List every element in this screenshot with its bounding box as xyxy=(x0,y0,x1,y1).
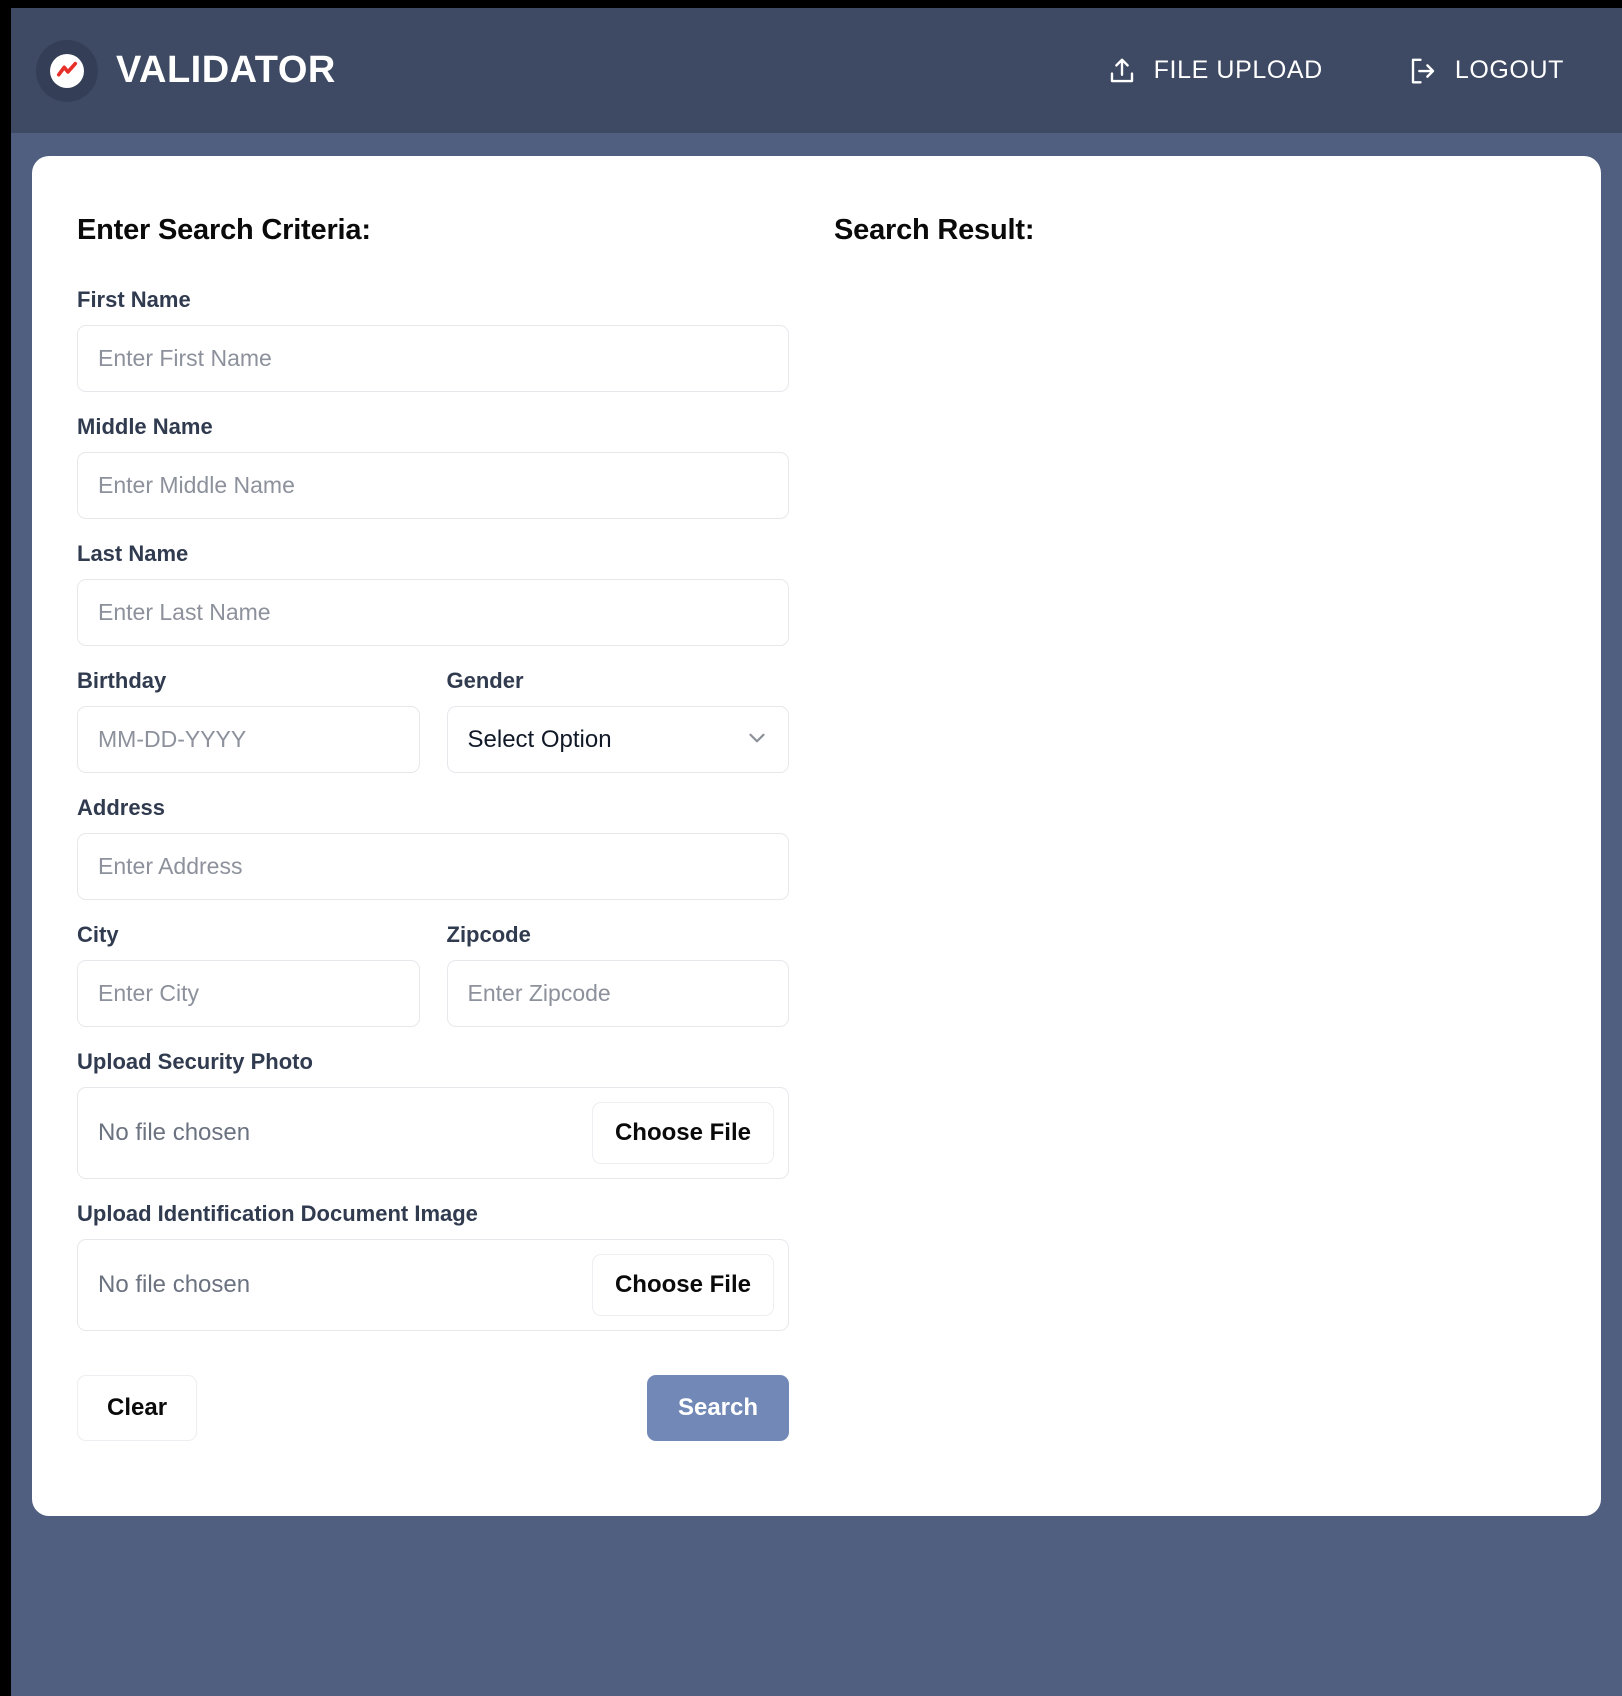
birthday-input[interactable] xyxy=(77,706,420,773)
city-label: City xyxy=(77,922,119,947)
field-last-name: Last Name xyxy=(77,541,789,646)
field-zipcode: Zipcode xyxy=(446,922,789,1027)
form-actions: Clear Search xyxy=(77,1375,789,1441)
security-photo-file-input[interactable]: No file chosen Choose File xyxy=(77,1087,789,1179)
address-label: Address xyxy=(77,795,166,820)
header-actions: FILE UPLOAD LOGOUT xyxy=(1107,56,1564,86)
chart-spark-logo-icon xyxy=(36,39,98,102)
app-header: VALIDATOR FILE UPLOAD LOGOUT xyxy=(11,8,1622,133)
field-city: City xyxy=(77,922,420,1027)
field-address: Address xyxy=(77,795,789,900)
security-photo-file-status: No file chosen xyxy=(98,1119,251,1146)
field-first-name: First Name xyxy=(77,287,789,392)
middle-name-input[interactable] xyxy=(77,452,789,519)
security-photo-label: Upload Security Photo xyxy=(77,1049,313,1074)
birthday-label: Birthday xyxy=(77,668,167,693)
first-name-label: First Name xyxy=(77,287,191,312)
brand: VALIDATOR xyxy=(36,39,336,102)
file-upload-label: FILE UPLOAD xyxy=(1153,56,1323,84)
address-input[interactable] xyxy=(77,833,789,900)
search-result-panel: Search Result: xyxy=(834,214,1556,1471)
file-upload-button[interactable]: FILE UPLOAD xyxy=(1107,56,1323,86)
upload-icon xyxy=(1107,56,1137,86)
app-root: VALIDATOR FILE UPLOAD LOGOUT Enter Searc… xyxy=(11,8,1622,1696)
field-security-photo: Upload Security Photo No file chosen Cho… xyxy=(77,1049,789,1179)
field-middle-name: Middle Name xyxy=(77,414,789,519)
field-gender: Gender Select Option xyxy=(446,668,789,773)
identification-document-file-status: No file chosen xyxy=(98,1271,251,1298)
last-name-input[interactable] xyxy=(77,579,789,646)
first-name-input[interactable] xyxy=(77,325,789,392)
last-name-label: Last Name xyxy=(77,541,189,566)
birthday-gender-row: Birthday Gender Select Option xyxy=(77,668,789,795)
field-identification-document: Upload Identification Document Image No … xyxy=(77,1201,789,1331)
gender-select-wrap: Select Option xyxy=(446,706,789,773)
security-photo-choose-file-button[interactable]: Choose File xyxy=(591,1102,774,1164)
logout-icon xyxy=(1408,56,1438,86)
search-criteria-panel: Enter Search Criteria: First Name Middle… xyxy=(77,214,789,1471)
middle-name-label: Middle Name xyxy=(77,414,213,439)
field-birthday: Birthday xyxy=(77,668,420,773)
identification-document-file-input[interactable]: No file chosen Choose File xyxy=(77,1239,789,1331)
logout-label: LOGOUT xyxy=(1454,56,1564,84)
identification-document-label: Upload Identification Document Image xyxy=(77,1201,478,1226)
gender-selected-value: Select Option xyxy=(467,725,612,753)
brand-name: VALIDATOR xyxy=(116,49,336,91)
zipcode-input[interactable] xyxy=(446,960,789,1027)
zipcode-label: Zipcode xyxy=(446,922,531,947)
city-input[interactable] xyxy=(77,960,420,1027)
gender-select[interactable]: Select Option xyxy=(446,706,789,773)
gender-label: Gender xyxy=(446,668,524,693)
search-criteria-title: Enter Search Criteria: xyxy=(77,214,371,246)
search-result-content xyxy=(834,287,1556,387)
main-card: Enter Search Criteria: First Name Middle… xyxy=(32,156,1601,1516)
clear-button[interactable]: Clear xyxy=(77,1375,198,1441)
identification-document-choose-file-button[interactable]: Choose File xyxy=(591,1254,774,1316)
city-zipcode-row: City Zipcode xyxy=(77,922,789,1049)
logout-button[interactable]: LOGOUT xyxy=(1408,56,1564,86)
search-result-title: Search Result: xyxy=(834,214,1035,246)
search-button[interactable]: Search xyxy=(647,1375,789,1441)
